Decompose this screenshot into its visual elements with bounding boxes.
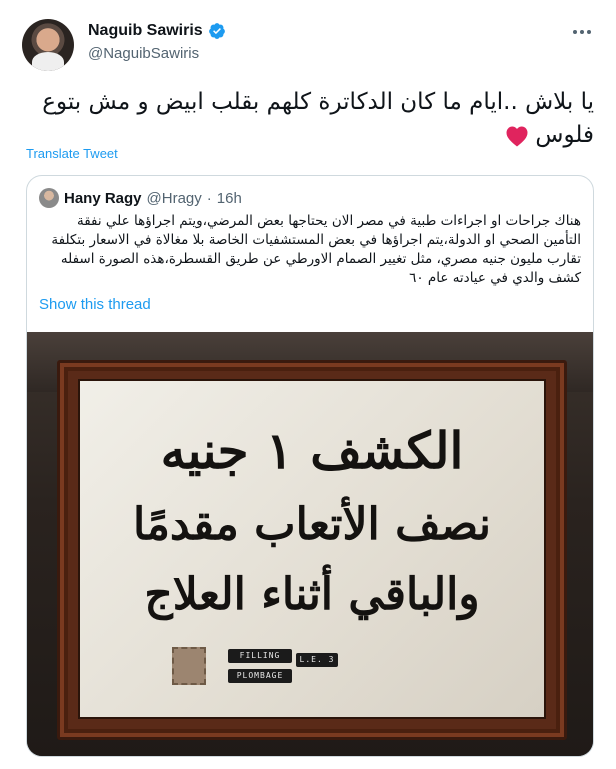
sign-line-half-upfront: نصف الأتعاب مقدمًا [132, 499, 492, 550]
author-display-name[interactable]: Naguib Sawiris [88, 22, 203, 40]
framed-sign: الكشف ١ جنيه نصف الأتعاب مقدمًا والباقي … [78, 379, 546, 719]
author-avatar[interactable] [22, 19, 74, 71]
author-handle[interactable]: @NaguibSawiris [88, 45, 199, 62]
quoted-author-handle[interactable]: @Hragy [147, 190, 202, 207]
verified-badge-icon [208, 23, 225, 39]
translate-tweet-link[interactable]: Translate Tweet [26, 146, 118, 161]
author-name-row: Naguib Sawiris [88, 22, 226, 40]
heart-emoji-icon [506, 126, 528, 146]
quoted-tweet-time[interactable]: 16h [217, 190, 242, 207]
label-price: L.E. 3 [296, 653, 338, 667]
sign-line-fee: الكشف ١ جنيه [160, 421, 464, 480]
quoted-tweet-card[interactable]: Hany Ragy @Hragy · 16h هناك جراحات او اج… [26, 175, 594, 757]
quoted-author-name[interactable]: Hany Ragy [64, 190, 142, 207]
label-plombage: PLOMBAGE [228, 669, 292, 683]
postage-stamp [172, 647, 206, 685]
show-thread-link[interactable]: Show this thread [39, 296, 151, 313]
tweet-text: يا بلاش ..ايام ما كان الدكاترة كلهم بقلب… [24, 86, 594, 152]
tweet: Naguib Sawiris @NaguibSawiris يا بلاش ..… [0, 0, 616, 769]
sign-line-rest-during: والباقي أثناء العلاج [144, 569, 480, 620]
label-filling: FILLING [228, 649, 292, 663]
quoted-tweet-header: Hany Ragy @Hragy · 16h [39, 188, 242, 208]
picture-frame: الكشف ١ جنيه نصف الأتعاب مقدمًا والباقي … [57, 360, 567, 740]
quoted-tweet-text: هناك جراحات او اجراءات طبية في مصر الان … [51, 213, 581, 286]
quoted-tweet-photo[interactable]: الكشف ١ جنيه نصف الأتعاب مقدمًا والباقي … [27, 332, 593, 756]
separator-dot: · [206, 189, 212, 207]
quoted-author-avatar[interactable] [39, 188, 59, 208]
more-options-icon[interactable] [570, 22, 594, 42]
